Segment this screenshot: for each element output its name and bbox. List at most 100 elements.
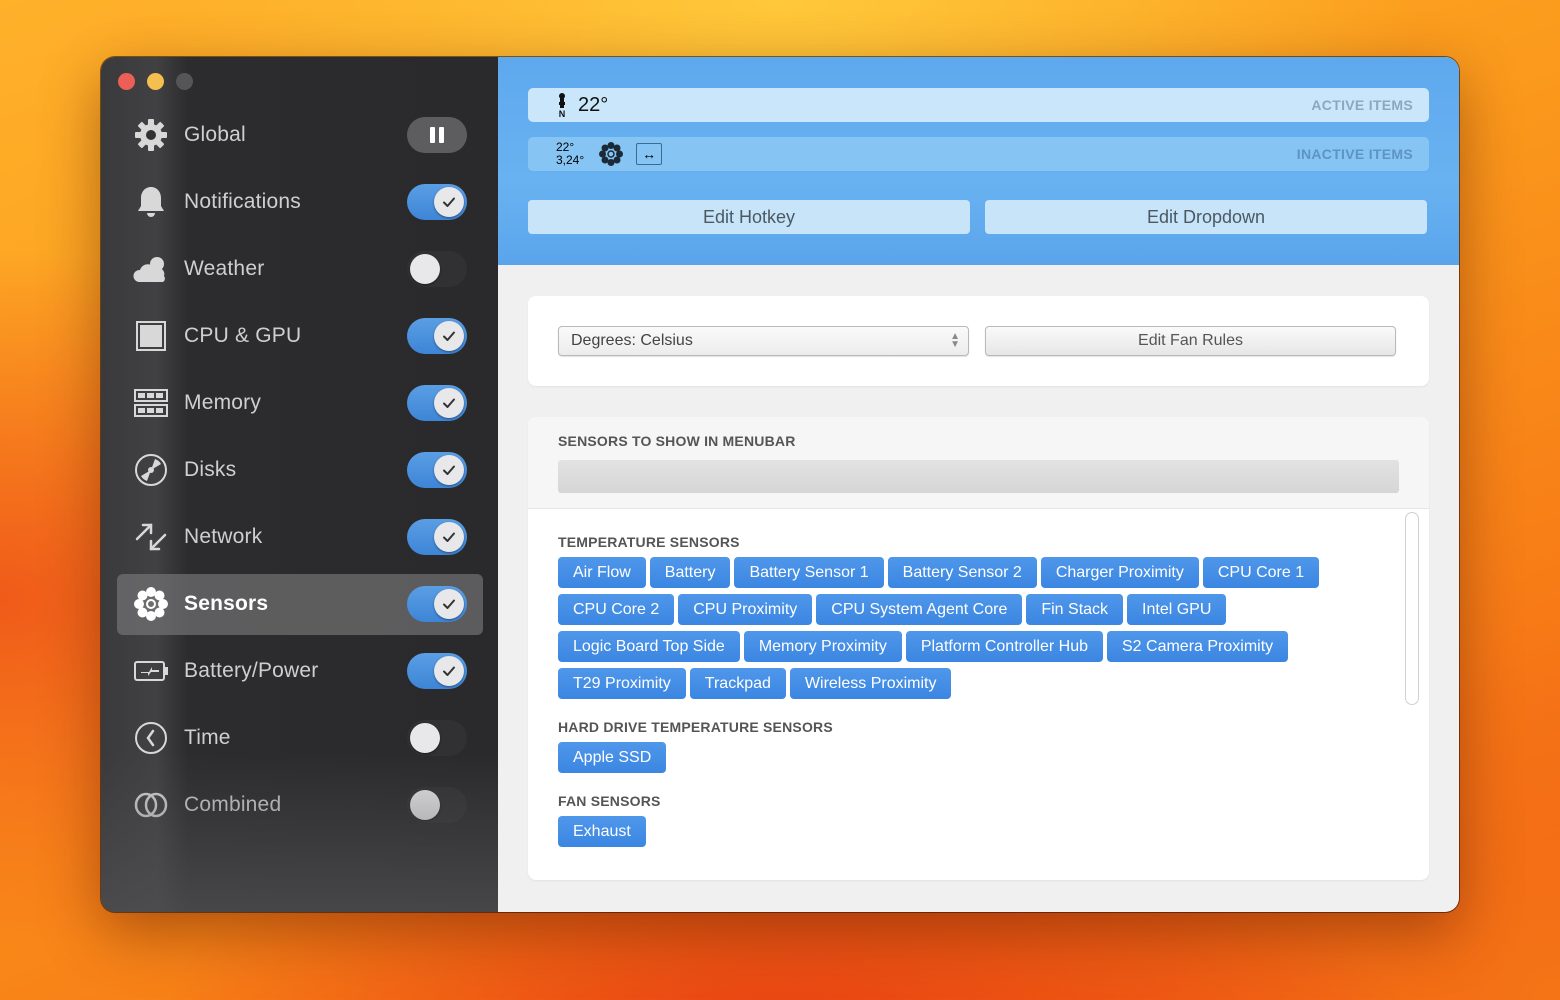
checkmark-icon <box>443 666 455 677</box>
sensor-chip[interactable]: Fin Stack <box>1026 594 1124 625</box>
sensor-chip[interactable]: Apple SSD <box>558 742 667 773</box>
sensor-chip[interactable]: T29 Proximity <box>558 668 686 699</box>
menubar-sensors-section: SENSORS TO SHOW IN MENUBAR <box>528 417 1429 509</box>
sensor-group-title: FAN SENSORS <box>558 793 661 809</box>
sensor-chip[interactable]: CPU System Agent Core <box>816 594 1023 625</box>
sensor-chip[interactable]: Charger Proximity <box>1040 557 1199 588</box>
inactive-temp-stack[interactable]: 22° 3,24° <box>556 141 584 167</box>
sidebar-item-combined[interactable]: Combined <box>117 775 483 836</box>
sidebar-item-cpu-gpu[interactable]: CPU & GPU <box>117 305 483 366</box>
thermometer-icon: N <box>559 93 565 118</box>
toggle-knob <box>434 522 464 553</box>
sensor-chip[interactable]: Intel GPU <box>1127 594 1227 625</box>
sensor-chip[interactable]: CPU Core 2 <box>558 594 675 625</box>
toggle-knob <box>434 387 464 418</box>
sensor-chip[interactable]: Battery <box>649 557 731 588</box>
window-controls <box>118 73 193 90</box>
sensor-chip[interactable]: Logic Board Top Side <box>558 631 740 662</box>
sidebar-item-time[interactable]: Time <box>117 708 483 769</box>
close-window-button[interactable] <box>118 73 135 90</box>
active-items-bar[interactable]: N 22° ACTIVE ITEMS <box>528 88 1429 122</box>
checkmark-icon <box>443 465 455 475</box>
toggle-knob <box>434 186 464 217</box>
disks-toggle[interactable] <box>407 451 467 488</box>
edit-dropdown-button[interactable]: Edit Dropdown <box>985 200 1427 234</box>
memory-toggle[interactable] <box>407 384 467 421</box>
degrees-select-value: Degrees: Celsius <box>571 332 693 349</box>
minimize-window-button[interactable] <box>147 73 164 90</box>
sensor-group-title: HARD DRIVE TEMPERATURE SENSORS <box>558 719 833 735</box>
arrows-icon[interactable]: ↔ <box>636 143 663 165</box>
sensor-chip[interactable]: Trackpad <box>689 668 786 699</box>
inactive-items-label: INACTIVE ITEMS <box>1296 146 1413 162</box>
sensor-chip[interactable]: S2 Camera Proximity <box>1107 631 1289 662</box>
pause-button[interactable] <box>407 116 467 153</box>
combined-toggle[interactable] <box>407 787 467 824</box>
scrollbar[interactable] <box>1405 512 1419 705</box>
sensor-chip[interactable]: CPU Proximity <box>678 594 813 625</box>
menubar-item-temperature[interactable]: N 22° <box>556 92 608 118</box>
sidebar-item-label: Global <box>184 122 246 146</box>
disk-icon <box>132 451 170 489</box>
maximize-window-button[interactable] <box>176 73 193 90</box>
sidebar-item-label: Sensors <box>184 592 269 616</box>
sidebar-nav: Global Notifications Weather CPU & GPU Memor… <box>117 104 483 842</box>
inactive-temp-line2: 3,24° <box>556 153 585 167</box>
sidebar-item-weather[interactable]: Weather <box>117 238 483 299</box>
toggle-knob <box>434 656 464 687</box>
network-toggle[interactable] <box>407 519 467 556</box>
pause-icon-bar <box>439 126 444 143</box>
chip-icon <box>132 317 170 355</box>
main-panel: N 22° ACTIVE ITEMS 22° 3,24° ↔ INACTIVE … <box>498 57 1459 912</box>
inactive-items-bar[interactable]: 22° 3,24° ↔ INACTIVE ITEMS <box>528 137 1429 171</box>
sidebar-item-label: Disks <box>184 457 237 481</box>
sidebar-item-label: Time <box>184 726 231 750</box>
sensor-group-title: TEMPERATURE SENSORS <box>558 534 740 550</box>
sensor-chip-list: Exhaust <box>558 816 1358 847</box>
sidebar-item-label: Network <box>184 525 263 549</box>
sensor-chip[interactable]: Platform Controller Hub <box>905 631 1103 662</box>
checkmark-icon <box>443 197 455 207</box>
fan-icon <box>132 585 170 623</box>
time-toggle[interactable] <box>407 720 467 757</box>
sensor-chip[interactable]: CPU Core 1 <box>1202 557 1320 588</box>
sensor-group-fan-sensors: FAN SENSORS Exhaust <box>558 793 1389 847</box>
active-items-label: ACTIVE ITEMS <box>1311 97 1413 113</box>
sensor-group-temperature-sensors: TEMPERATURE SENSORS Air Flow Battery Batter… <box>558 534 1389 699</box>
weather-toggle[interactable] <box>407 250 467 287</box>
battery-power-toggle[interactable] <box>407 653 467 690</box>
sensor-settings-card: Degrees: Celsius ▲ ▼ Edit Fan Rules <box>528 296 1429 386</box>
battery-icon <box>132 652 170 690</box>
sidebar-item-battery-power[interactable]: Battery/Power <box>117 641 483 702</box>
fan-icon[interactable] <box>598 141 624 167</box>
degrees-select[interactable]: Degrees: Celsius ▲ ▼ <box>558 326 969 356</box>
pause-icon-bar <box>430 126 435 143</box>
cpu-gpu-toggle[interactable] <box>407 317 467 354</box>
updown-chevron-icon: ▲ ▼ <box>950 331 960 350</box>
menubar-sensors-dropzone[interactable] <box>558 460 1399 493</box>
sensor-chip[interactable]: Memory Proximity <box>743 631 902 662</box>
sidebar-item-notifications[interactable]: Notifications <box>117 171 483 232</box>
sidebar-item-memory[interactable]: Memory <box>117 372 483 433</box>
network-arrows-icon <box>132 518 170 556</box>
sidebar-item-sensors[interactable]: Sensors <box>117 573 483 635</box>
sidebar-item-global[interactable]: Global <box>117 104 483 165</box>
app-window: Global Notifications Weather CPU & GPU Memor… <box>101 57 1459 912</box>
menubar-sensors-title: SENSORS TO SHOW IN MENUBAR <box>558 433 796 449</box>
sensor-chip[interactable]: Air Flow <box>558 557 646 588</box>
toggle-knob <box>434 589 464 620</box>
edit-hotkey-button[interactable]: Edit Hotkey <box>528 200 970 234</box>
sensor-chip[interactable]: Exhaust <box>558 816 646 847</box>
sensor-chip[interactable]: Battery Sensor 2 <box>887 557 1037 588</box>
sidebar-item-network[interactable]: Network <box>117 507 483 568</box>
notifications-toggle[interactable] <box>407 183 467 220</box>
toggle-knob <box>434 320 464 351</box>
edit-fan-rules-button[interactable]: Edit Fan Rules <box>985 326 1396 356</box>
sensor-chip[interactable]: Battery Sensor 1 <box>734 557 884 588</box>
sensors-card: SENSORS TO SHOW IN MENUBAR TEMPERATURE S… <box>528 417 1429 880</box>
sidebar-item-disks[interactable]: Disks <box>117 439 483 500</box>
checkmark-icon <box>443 532 455 543</box>
sensors-toggle[interactable] <box>407 586 467 623</box>
sensor-chip[interactable]: Wireless Proximity <box>789 668 952 699</box>
sidebar-item-label: Weather <box>184 256 265 280</box>
